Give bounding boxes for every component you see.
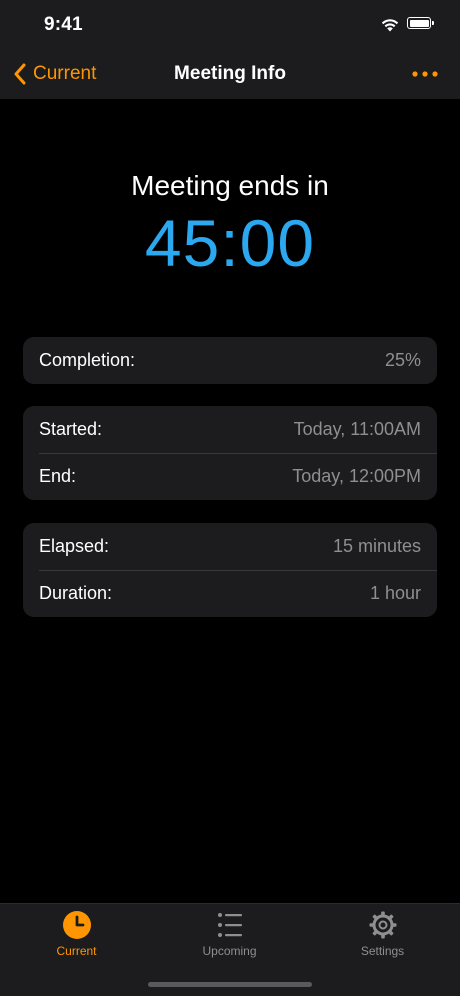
tab-current[interactable]: Current [0,910,153,966]
navigation-bar: Current Meeting Info [0,50,460,99]
tab-label: Settings [360,944,405,958]
list-icon [217,913,242,937]
row-value: 1 hour [369,583,421,603]
info-row-completion: Completion: 25% [23,337,437,384]
time-card: Started: Today, 11:00AM End: Today, 12:0… [23,406,437,500]
status-bar: 9:41 [0,0,460,50]
row-label: End: [39,466,77,486]
status-time: 9:41 [44,14,83,35]
screen: 9:41 Current Meeting Info Meeting ends i… [0,0,460,996]
row-value: Today, 12:00PM [292,466,421,486]
row-value: Today, 11:00AM [293,419,421,439]
gear-icon [369,911,396,939]
row-value: 25% [384,350,421,370]
row-label: Elapsed: [39,536,110,556]
info-row-end: End: Today, 12:00PM [23,453,437,500]
clock-icon [62,911,91,939]
page-title: Meeting Info [174,63,286,84]
info-row-duration: Duration: 1 hour [23,570,437,617]
duration-card: Elapsed: 15 minutes Duration: 1 hour [23,523,437,617]
battery-icon [407,17,434,29]
row-label: Completion: [39,350,136,370]
tab-label: Current [56,944,97,958]
row-value: 15 minutes [332,536,421,556]
completion-card: Completion: 25% [23,337,437,384]
wifi-icon [381,19,399,32]
countdown-timer: 45:00 [144,206,316,280]
tab-label: Upcoming [202,944,257,958]
tab-upcoming[interactable]: Upcoming [153,910,306,966]
countdown-headline: Meeting ends in [131,170,329,201]
row-label: Duration: [39,583,113,603]
home-indicator [148,982,312,987]
more-options-icon[interactable] [408,64,442,84]
info-row-elapsed: Elapsed: 15 minutes [23,523,437,570]
info-row-started: Started: Today, 11:00AM [23,406,437,453]
tab-settings[interactable]: Settings [306,910,459,966]
row-label: Started: [39,419,103,439]
